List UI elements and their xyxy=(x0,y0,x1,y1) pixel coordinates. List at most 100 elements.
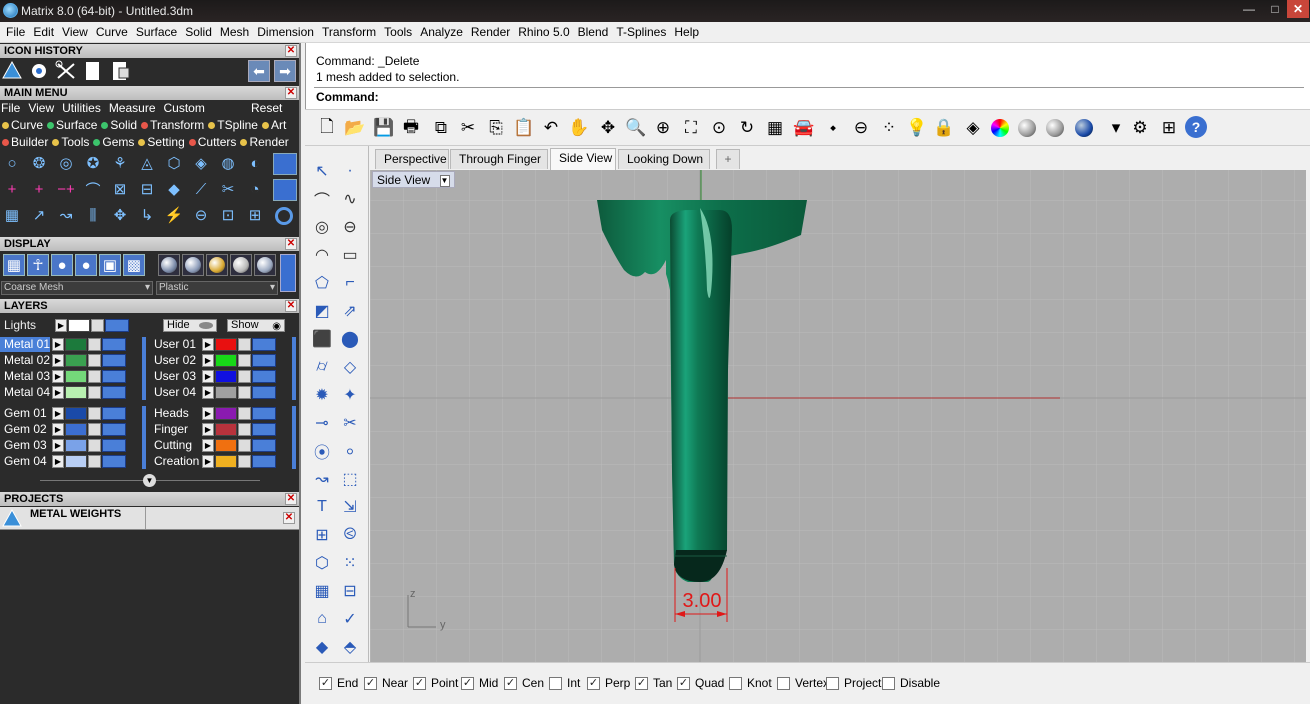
shaded-icon[interactable]: ● xyxy=(51,254,73,276)
layer-expand-icon[interactable]: ▶ xyxy=(202,338,214,351)
side-viewport[interactable]: Side View ▼ 3.00 z y xyxy=(370,170,1306,662)
osnap-tan[interactable]: ✓ Tan xyxy=(635,675,672,691)
layer-visibility-toggle[interactable] xyxy=(102,354,126,367)
point-edit-icon[interactable]: ⁘ xyxy=(877,116,901,140)
main-menu-setting[interactable]: Setting xyxy=(138,135,186,149)
rotate-view-icon[interactable]: ✥ xyxy=(596,116,620,140)
main-menu-tool-icon[interactable]: ✪ xyxy=(82,152,104,174)
osnap-project[interactable]: Project xyxy=(826,675,881,691)
layer-expand-icon[interactable]: ▶ xyxy=(52,407,64,420)
osnap-int[interactable]: Int xyxy=(549,675,580,691)
car-icon[interactable]: 🚘 xyxy=(792,116,816,140)
menu-blend[interactable]: Blend xyxy=(574,25,613,39)
main-menu-reset[interactable]: Reset xyxy=(251,101,282,115)
mouse-pointer-icon[interactable] xyxy=(28,60,50,82)
layer-color-swatch[interactable] xyxy=(65,407,87,420)
menu-mesh[interactable]: Mesh xyxy=(216,25,253,39)
layer-visibility-toggle[interactable] xyxy=(252,423,276,436)
main-menu-tool-icon[interactable]: ⊟ xyxy=(136,178,158,200)
layer-visibility-toggle[interactable] xyxy=(252,338,276,351)
color-wheel-icon[interactable] xyxy=(988,116,1012,140)
polyline-icon[interactable]: ⌒ xyxy=(310,187,334,211)
layer-visibility-toggle[interactable] xyxy=(102,407,126,420)
layer-visibility-toggle[interactable] xyxy=(252,354,276,367)
osnap-knot[interactable]: Knot xyxy=(729,675,772,691)
layer-row[interactable]: Heads ▶ xyxy=(150,406,296,421)
sphere-icon[interactable] xyxy=(1072,116,1096,140)
main-menu-tspline[interactable]: TSpline xyxy=(208,118,260,132)
osnap-mid[interactable]: ✓ Mid xyxy=(461,675,498,691)
pan-icon[interactable]: ✋ xyxy=(567,116,591,140)
layer-icon[interactable]: ◈ xyxy=(961,116,985,140)
layer-color-swatch[interactable] xyxy=(65,338,87,351)
polygon-icon[interactable]: ⬠ xyxy=(310,271,334,295)
layer-row[interactable]: Metal 02 ▶ xyxy=(0,353,146,368)
lock-icon[interactable] xyxy=(238,338,251,351)
lock-icon[interactable] xyxy=(88,386,101,399)
lock-icon[interactable] xyxy=(238,370,251,383)
checkbox[interactable]: ✓ xyxy=(504,676,517,690)
rendered-icon[interactable]: ● xyxy=(75,254,97,276)
layer-expand-icon[interactable]: ▶ xyxy=(202,455,214,468)
layer-color-swatch[interactable] xyxy=(65,455,87,468)
checkbox[interactable]: ✓ xyxy=(461,676,474,690)
checkbox[interactable] xyxy=(729,676,742,690)
main-menu-tool-icon[interactable]: ◐ xyxy=(244,152,266,174)
print-icon[interactable]: 🖶 xyxy=(399,116,423,140)
tab-through-finger[interactable]: Through Finger xyxy=(450,149,548,169)
main-menu-view[interactable]: View xyxy=(28,101,54,115)
main-menu-tool-icon[interactable]: ⊞ xyxy=(244,204,266,226)
bend-icon[interactable]: ⌂ xyxy=(310,607,334,631)
main-menu-tool-icon[interactable]: ↗ xyxy=(28,204,50,226)
layer-expand-icon[interactable]: ▶ xyxy=(52,370,64,383)
ellipse-icon[interactable]: ⊖ xyxy=(338,215,362,239)
lock-icon[interactable] xyxy=(238,386,251,399)
layer-row[interactable]: User 04 ▶ xyxy=(150,385,296,400)
layer-row[interactable]: Metal 03 ▶ xyxy=(0,369,146,384)
menu-dimension[interactable]: Dimension xyxy=(253,25,318,39)
main-menu-utilities[interactable]: Utilities xyxy=(62,101,101,115)
menu-solid[interactable]: Solid xyxy=(181,25,216,39)
lock-icon[interactable]: 🔒 xyxy=(932,116,956,140)
layer-visibility-toggle[interactable] xyxy=(102,370,126,383)
lock-icon[interactable] xyxy=(88,370,101,383)
lock-icon[interactable] xyxy=(88,455,101,468)
open-icon[interactable]: 📂 xyxy=(343,116,367,140)
layer-visibility-toggle[interactable] xyxy=(252,439,276,452)
layer-visibility-toggle[interactable] xyxy=(252,386,276,399)
maximize-button[interactable]: □ xyxy=(1262,0,1288,18)
menu-curve[interactable]: Curve xyxy=(92,25,132,39)
checkbox[interactable] xyxy=(549,676,562,690)
mirror-icon[interactable]: ⧀ xyxy=(338,523,362,547)
layout-icon[interactable]: ⊟ xyxy=(338,579,362,603)
tab-side-view[interactable]: Side View xyxy=(550,148,616,170)
render-view-icon[interactable]: ▣ xyxy=(99,254,121,276)
checkbox[interactable]: ✓ xyxy=(364,676,377,690)
layer-color-swatch[interactable] xyxy=(215,423,237,436)
display-toggle[interactable] xyxy=(280,254,296,292)
arc-icon[interactable]: ◠ xyxy=(310,243,334,267)
close-window-button[interactable]: ✕ xyxy=(1287,0,1309,18)
silver-sphere-icon[interactable] xyxy=(230,254,252,276)
lock-icon[interactable] xyxy=(88,354,101,367)
main-menu-tool-icon[interactable]: ✂ xyxy=(217,178,239,200)
main-menu-measure[interactable]: Measure xyxy=(109,101,156,115)
main-menu-tool-icon[interactable]: ◎ xyxy=(55,152,77,174)
menu-transform[interactable]: Transform xyxy=(318,25,380,39)
add-tab-icon[interactable]: + xyxy=(716,149,740,169)
help-icon[interactable]: ? xyxy=(1185,116,1207,138)
zoom-icon[interactable]: 🔍 xyxy=(624,116,648,140)
surface-icon[interactable]: ◩ xyxy=(310,299,334,323)
gold-sphere-icon[interactable] xyxy=(206,254,228,276)
osnap-perp[interactable]: ✓ Perp xyxy=(587,675,630,691)
osnap-point[interactable]: ✓ Point xyxy=(413,675,458,691)
layer-row[interactable]: Metal 04 ▶ xyxy=(0,385,146,400)
layer-row[interactable]: Gem 02 ▶ xyxy=(0,422,146,437)
menu-render[interactable]: Render xyxy=(467,25,514,39)
layer-row[interactable]: User 03 ▶ xyxy=(150,369,296,384)
layer-color-swatch[interactable] xyxy=(215,386,237,399)
ring-icon[interactable] xyxy=(273,205,297,227)
layer-color-swatch[interactable] xyxy=(215,370,237,383)
main-menu-tool-icon[interactable]: ⟋ xyxy=(190,178,212,200)
options-icon[interactable]: ⊞ xyxy=(1157,116,1181,140)
